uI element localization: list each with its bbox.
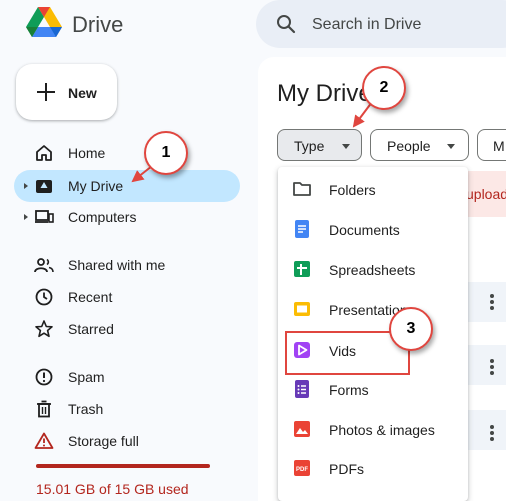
sidebar-item-label: Starred: [68, 321, 114, 337]
filter-chip-label: M: [493, 138, 505, 154]
file-row[interactable]: [466, 410, 506, 450]
sidebar-item-trash[interactable]: Trash: [14, 393, 240, 425]
sidebar-item-label: Spam: [68, 369, 105, 385]
folder-icon: [293, 182, 311, 196]
filter-chip-label: People: [387, 138, 431, 154]
sidebar-item-storage-full[interactable]: Storage full: [14, 425, 240, 457]
spam-icon: [35, 368, 53, 386]
image-icon: [294, 421, 310, 437]
file-row[interactable]: [466, 282, 506, 322]
sidebar-item-label: Recent: [68, 289, 113, 305]
type-filter-chip[interactable]: Type: [277, 129, 362, 161]
menu-item-label: Spreadsheets: [329, 262, 416, 278]
storage-warning-banner[interactable]: upload: [464, 171, 506, 217]
sidebar-item-my-drive[interactable]: My Drive: [14, 170, 240, 202]
sidebar-item-recent[interactable]: Recent: [14, 281, 240, 313]
sheets-icon: [294, 261, 310, 277]
dropdown-arrow-icon: [447, 144, 455, 149]
sidebar-item-label: Home: [68, 145, 106, 161]
svg-text:PDF: PDF: [296, 467, 308, 473]
menu-item-folders[interactable]: Folders: [278, 169, 468, 209]
slides-icon: [294, 302, 310, 316]
app-title: Drive: [72, 12, 124, 37]
my-drive-icon: [36, 180, 52, 193]
file-row[interactable]: [466, 345, 506, 385]
more-actions-icon[interactable]: [490, 359, 494, 375]
menu-item-label: Folders: [329, 182, 376, 198]
page-title: My Drive: [277, 80, 372, 107]
docs-icon: [295, 220, 309, 238]
menu-item-presentations[interactable]: Presentations: [278, 289, 468, 329]
plus-icon: [37, 83, 55, 101]
shared-people-icon: [34, 258, 54, 273]
step-1-callout: 1: [144, 131, 188, 175]
sidebar-item-home[interactable]: Home: [14, 137, 240, 169]
banner-text: upload: [466, 186, 506, 202]
people-filter-chip[interactable]: People: [370, 129, 469, 161]
filter-chip-label: Type: [294, 138, 325, 154]
star-icon: [35, 320, 53, 338]
storage-usage-bar: [36, 464, 210, 468]
pdf-icon: PDF: [294, 460, 310, 476]
computers-icon: [35, 210, 54, 223]
sidebar-item-starred[interactable]: Starred: [14, 313, 240, 345]
menu-item-label: Documents: [329, 222, 400, 238]
step-2-callout: 2: [362, 66, 406, 110]
new-button-label: New: [68, 85, 97, 101]
expand-caret-icon[interactable]: [24, 183, 28, 189]
storage-usage-text[interactable]: 15.01 GB of 15 GB used: [36, 481, 189, 497]
search-bar[interactable]: Search in Drive: [256, 0, 506, 48]
expand-caret-icon[interactable]: [24, 214, 28, 220]
search-placeholder: Search in Drive: [312, 16, 422, 33]
sidebar-item-label: Trash: [68, 401, 104, 417]
warning-icon: [34, 432, 54, 449]
sidebar-item-label: My Drive: [68, 178, 124, 194]
dropdown-arrow-icon: [342, 144, 350, 149]
forms-icon: [295, 380, 309, 398]
menu-item-documents[interactable]: Documents: [278, 209, 468, 249]
menu-item-label: Forms: [329, 382, 369, 398]
more-actions-icon[interactable]: [490, 425, 494, 441]
menu-item-photos-images[interactable]: Photos & images: [278, 409, 468, 449]
menu-item-forms[interactable]: Forms: [278, 369, 468, 409]
new-button[interactable]: New: [16, 64, 117, 120]
menu-item-pdfs[interactable]: PDF PDFs: [278, 448, 468, 488]
clock-icon: [35, 288, 53, 306]
modified-filter-chip[interactable]: M: [477, 129, 506, 161]
search-icon[interactable]: [274, 12, 298, 36]
home-icon: [36, 145, 52, 161]
sidebar-item-shared-with-me[interactable]: Shared with me: [14, 249, 240, 281]
google-drive-logo[interactable]: [26, 7, 62, 39]
menu-item-label: PDFs: [329, 461, 364, 477]
trash-icon: [37, 400, 51, 418]
sidebar-item-spam[interactable]: Spam: [14, 361, 240, 393]
menu-item-label: Photos & images: [329, 422, 435, 438]
sidebar-item-label: Shared with me: [68, 257, 166, 273]
sidebar-item-label: Computers: [68, 209, 137, 225]
menu-item-spreadsheets[interactable]: Spreadsheets: [278, 249, 468, 289]
more-actions-icon[interactable]: [490, 294, 494, 310]
step-3-callout: 3: [389, 307, 433, 351]
sidebar-item-label: Storage full: [68, 433, 139, 449]
sidebar-item-computers[interactable]: Computers: [14, 201, 240, 233]
